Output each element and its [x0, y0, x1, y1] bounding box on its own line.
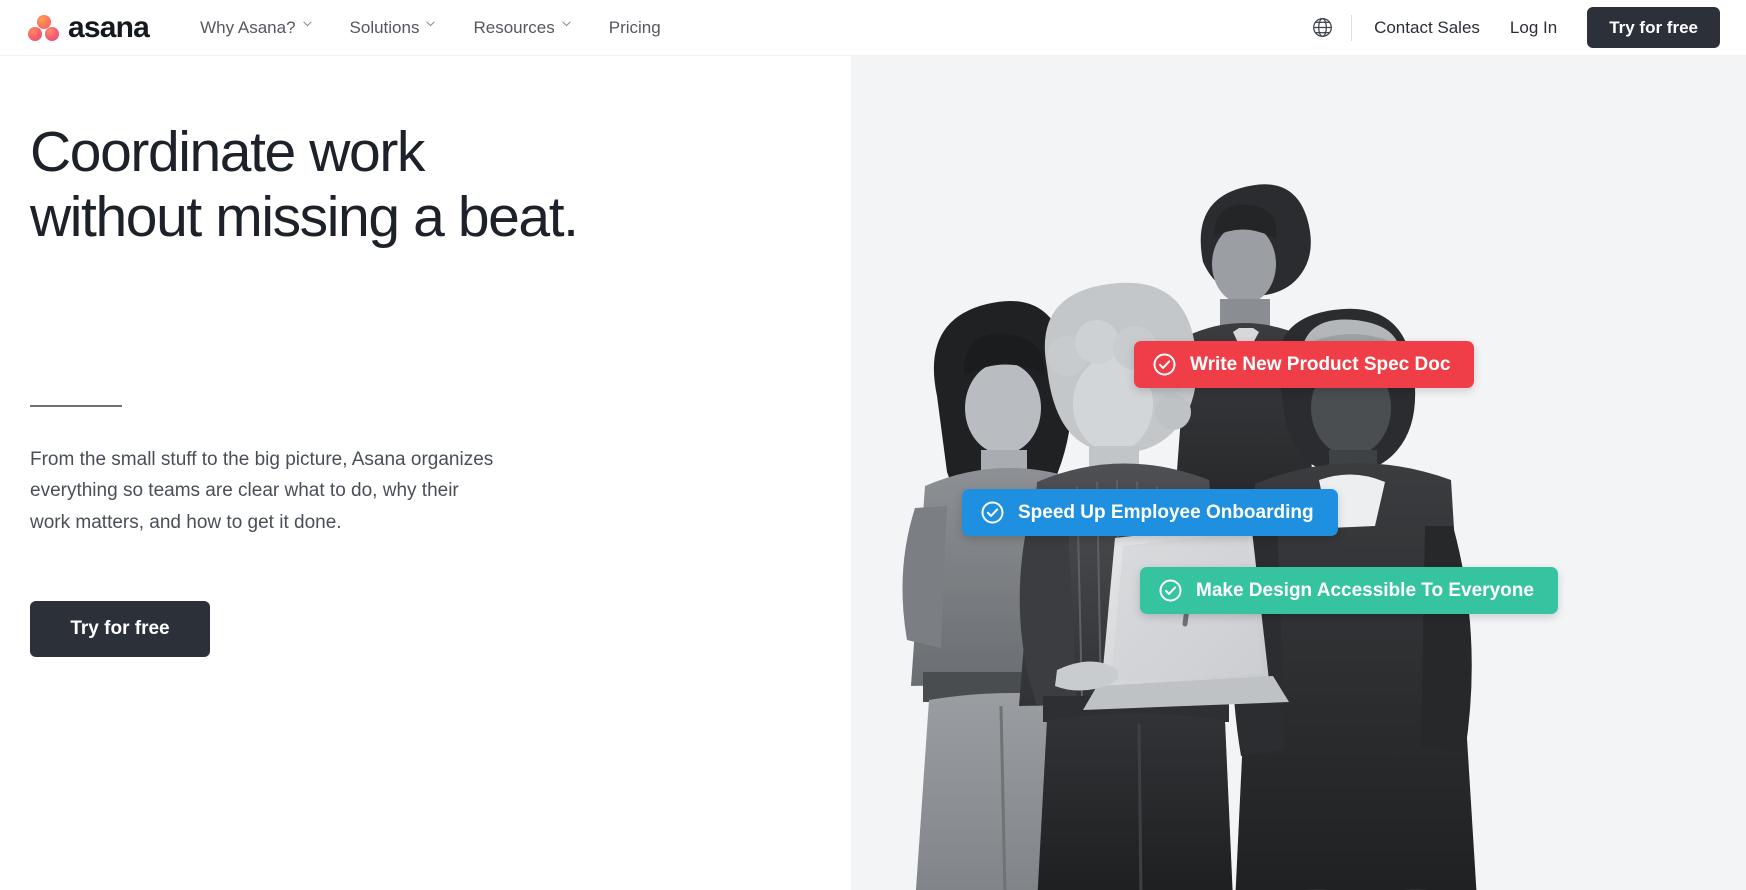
- task-pill-write-new-product-spec-doc[interactable]: Write New Product Spec Doc: [1134, 341, 1475, 388]
- task-pill-speed-up-employee-onboarding[interactable]: Speed Up Employee Onboarding: [962, 489, 1338, 536]
- hero-image-panel: Write New Product Spec Doc Speed Up Empl…: [851, 56, 1746, 890]
- check-circle-icon: [1158, 578, 1183, 603]
- hero-try-for-free-button[interactable]: Try for free: [30, 600, 210, 657]
- brand-logo[interactable]: asana: [28, 10, 150, 45]
- primary-navigation: Why Asana? Solutions Resources Pricing: [200, 18, 661, 38]
- nav-item-pricing[interactable]: Pricing: [609, 18, 661, 38]
- nav-item-solutions[interactable]: Solutions: [350, 18, 436, 38]
- divider-rule: [30, 404, 122, 407]
- hero-team-photo: [851, 56, 1746, 890]
- header-actions: Contact Sales Log In Try for free: [1305, 7, 1720, 48]
- chevron-down-icon: [562, 21, 571, 30]
- nav-item-label: Why Asana?: [200, 17, 296, 37]
- header-try-for-free-button[interactable]: Try for free: [1587, 7, 1720, 48]
- nav-item-label: Solutions: [349, 17, 420, 37]
- login-link[interactable]: Log In: [1510, 18, 1557, 38]
- check-circle-icon: [980, 500, 1005, 525]
- globe-icon[interactable]: [1305, 11, 1339, 45]
- header-divider: [1351, 14, 1353, 41]
- hero-subcopy: From the small stuff to the big picture,…: [30, 448, 494, 533]
- task-pill-label: Write New Product Spec Doc: [1190, 353, 1451, 375]
- hero-section: Coordinate work without missing a beat. …: [0, 56, 1746, 890]
- task-pill-label: Speed Up Employee Onboarding: [1018, 501, 1314, 523]
- nav-item-label: Pricing: [608, 17, 661, 37]
- check-circle-icon: [1152, 352, 1177, 377]
- chevron-down-icon: [302, 21, 312, 30]
- brand-name: asana: [68, 10, 150, 44]
- nav-item-resources[interactable]: Resources: [473, 17, 571, 38]
- task-pill-make-design-accessible-to-everyone[interactable]: Make Design Accessible To Everyone: [1140, 567, 1558, 614]
- nav-item-label: Resources: [473, 17, 555, 37]
- hero-content-panel: Coordinate work without missing a beat. …: [0, 56, 851, 890]
- site-header: asana Why Asana? Solutions Resources Pri…: [0, 0, 1746, 56]
- contact-sales-link[interactable]: Contact Sales: [1374, 18, 1480, 38]
- page-title: Coordinate work without missing a beat.: [30, 120, 579, 249]
- nav-item-why-asana[interactable]: Why Asana?: [200, 17, 312, 38]
- asana-logo-icon: [28, 14, 59, 41]
- chevron-down-icon: [426, 21, 436, 30]
- task-pill-label: Make Design Accessible To Everyone: [1196, 579, 1534, 601]
